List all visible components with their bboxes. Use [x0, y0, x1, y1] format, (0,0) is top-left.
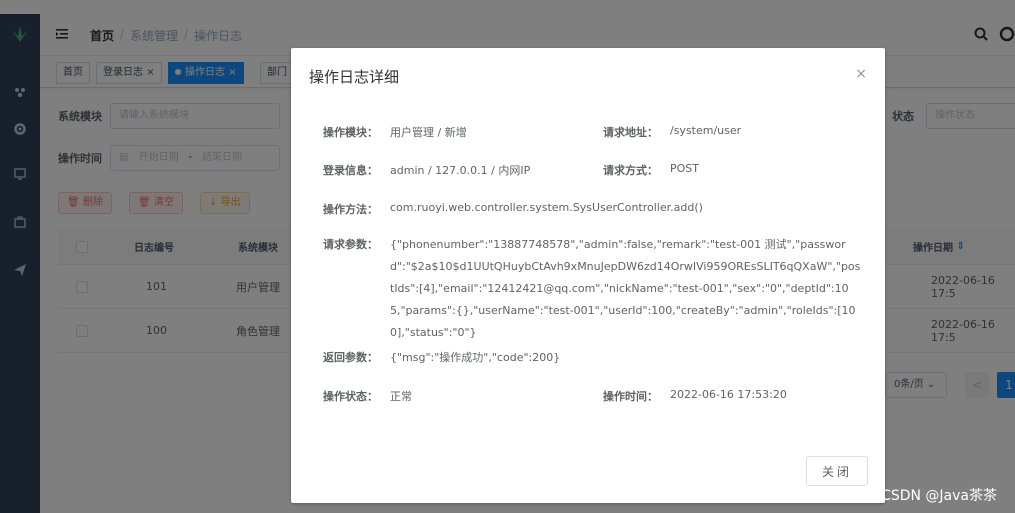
field-function: 操作方法： com.ruoyi.web.controller.system.Sys…	[323, 201, 703, 216]
close-button[interactable]: 关闭	[806, 456, 868, 486]
field-method: 请求方式： POST	[603, 162, 699, 177]
dialog-title: 操作日志详细	[309, 68, 400, 86]
field-time: 操作时间： 2022-06-16 17:53:20	[603, 388, 787, 403]
close-icon[interactable]: ×	[855, 66, 867, 82]
field-url: 请求地址：/system/user	[603, 124, 742, 139]
watermark: CSDN @Java茶茶	[881, 488, 997, 504]
field-status: 操作状态： 正常	[323, 390, 412, 403]
oper-log-detail-dialog: 操作日志详细 × 操作模块： 用户管理 / 新增 请求地址：/system/use…	[291, 48, 885, 503]
field-result: 返回参数： {"msg":"操作成功","code":200}	[323, 351, 561, 364]
field-module: 操作模块： 用户管理 / 新增	[323, 126, 467, 139]
field-params: 请求参数： {"phonenumber":"13887748578","admin…	[323, 238, 861, 339]
field-login: 登录信息： admin / 127.0.0.1 / 内网IP	[323, 164, 531, 177]
